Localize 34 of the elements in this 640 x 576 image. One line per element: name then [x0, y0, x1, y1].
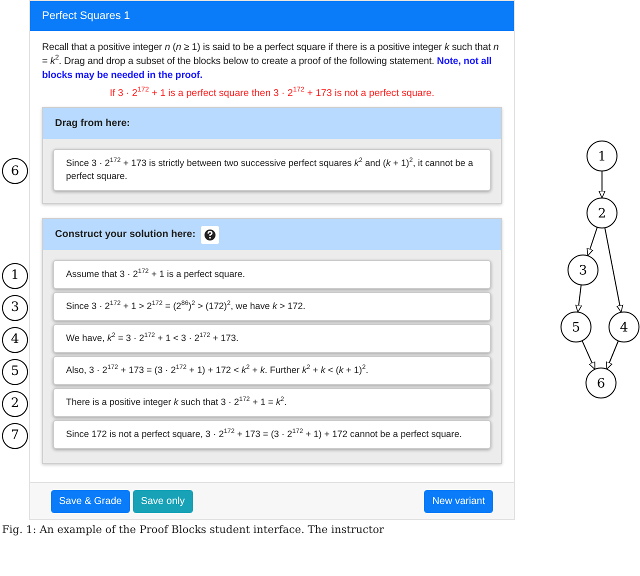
action-button[interactable]: New variant: [424, 490, 493, 513]
block-number: 5: [2, 358, 28, 384]
statement-text: If 3 · 2$^{172}$ + 1 is a perfect square then 3 · 2$^{172}$ + 173 is not a perfect square.: [108, 88, 436, 99]
block-text: There is a positive integer k such that 3 · 2$^{172}$ + 1 = k$^{2}$.: [66, 397, 287, 407]
graph-edge-arrow: [575, 284, 582, 313]
block-text: Assume that 3 · 2$^{172}$ + 1 is a perfect square.: [66, 269, 246, 279]
graph-edge-arrow: [586, 226, 598, 256]
graph-edge-arrow: [598, 170, 606, 198]
block-number: 6: [2, 158, 28, 184]
graph-node: 5: [560, 312, 592, 342]
figure-caption: Fig. 1: An example of the Proof Blocks student interface. The instructor: [1, 524, 386, 536]
block-number: 4: [2, 326, 28, 352]
block-text: Since 172 is not a perfect square, 3 · 2$^{172}$ + 173 = (3 · 2$^{172}$ + 1) + 172 cannot be a perfect square.: [66, 429, 462, 439]
block-text: We have, k$^{2}$ = 3 · 2$^{172}$ + 1 < 3 · 2$^{172}$ + 173.: [66, 333, 239, 343]
help-icon[interactable]: [200, 226, 219, 244]
instructions-paragraph: Recall that a positive integer n (n ≥ 1) is said to be a perfect square if there is a positive integer k such that n = k$^{2}$. Drag and drop a subset of the blocks below to create a proof of the following statement. Note, not all blocks may be needed in the proof.: [42, 41, 500, 83]
graph-node: 3: [568, 254, 598, 286]
panel-heading: Construct your solution here:: [55, 229, 196, 240]
graph-node: 6: [586, 368, 616, 398]
graph-node: 4: [608, 312, 640, 342]
block-text: Also, 3 · 2$^{172}$ + 173 = (3 · 2$^{172}$ + 1) + 172 < k$^{2}$ + k. Further k$^{2}$ + k < (k + 1)$^{2}$.: [66, 365, 368, 375]
block-number: 2: [2, 390, 28, 416]
graph-edge-arrow: [582, 340, 596, 370]
block-text: Since 3 · 2$^{172}$ + 1 > 2$^{172}$ = (2$^{86}$)$^{2}$ > (172)$^{2}$, we have k > 172.: [66, 301, 306, 311]
block-number: 1: [2, 262, 28, 288]
graph-node: 2: [586, 198, 618, 228]
action-button[interactable]: Save & Grade: [51, 490, 130, 513]
card-title: Perfect Squares 1: [42, 10, 130, 22]
block-number: 3: [2, 294, 28, 320]
graph-node: 1: [586, 140, 618, 172]
block-number: 7: [2, 422, 28, 448]
panel-heading: Drag from here:: [55, 118, 130, 129]
graph-edge-arrow: [606, 340, 619, 370]
block-text: Since 3 · 2$^{172}$ + 173 is strictly between two successive perfect squares k$^{2}$ and (k + 1)$^{2}$, it cannot be a perfect square.: [66, 158, 474, 181]
